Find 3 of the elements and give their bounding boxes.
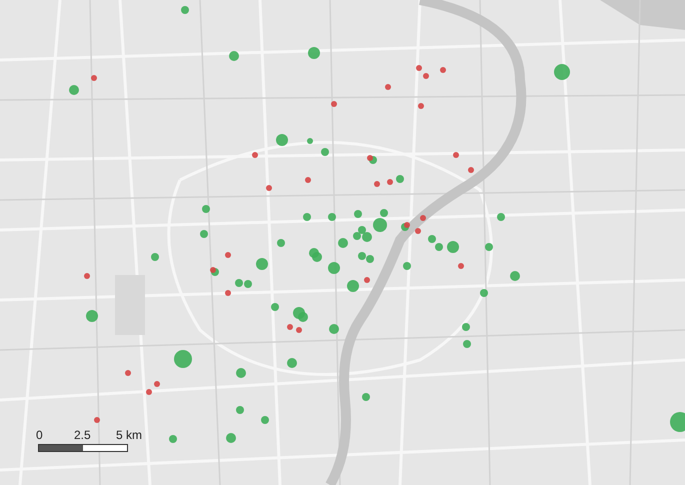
scale-label: 2.5 xyxy=(74,428,91,442)
scale-label: 0 xyxy=(36,428,43,442)
scale-label: 5 km xyxy=(116,428,142,442)
